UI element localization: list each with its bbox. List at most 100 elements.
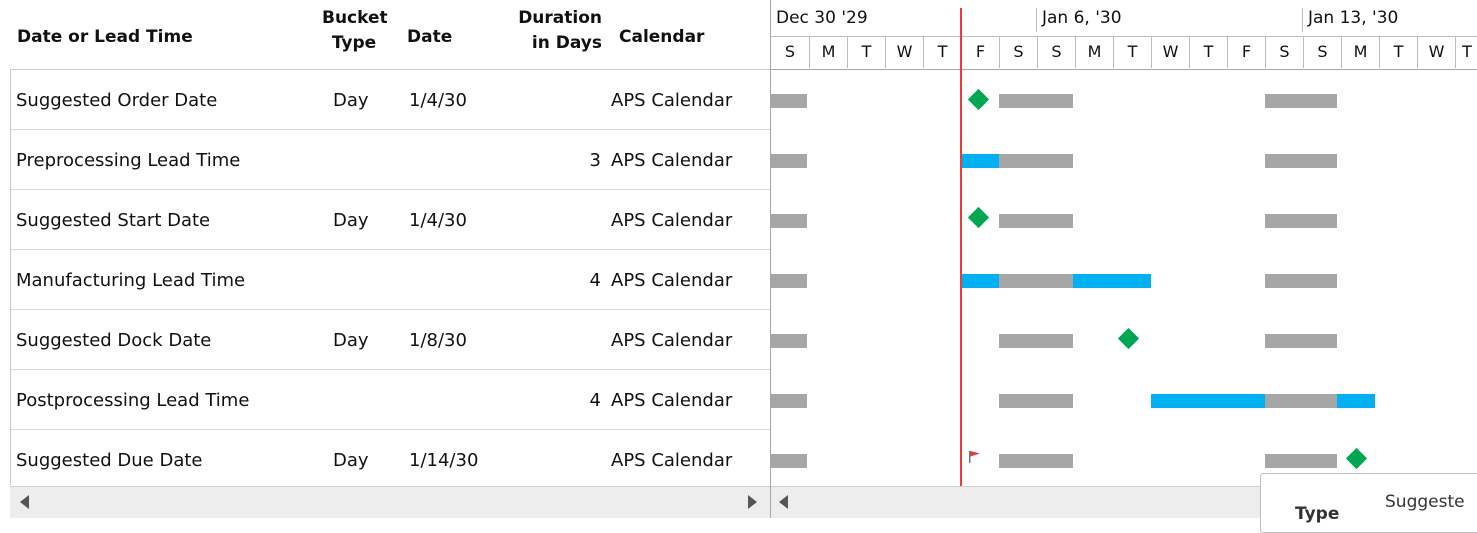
row-bucket: Day <box>333 450 369 471</box>
table-row[interactable]: Preprocessing Lead Time 3 APS Calendar <box>11 130 770 190</box>
row-bucket: Day <box>333 330 369 351</box>
timescale-week-divider <box>1036 8 1037 32</box>
lead-time-bar[interactable] <box>961 274 999 288</box>
nonworking-bar <box>771 154 807 168</box>
column-header-duration-line1: Duration <box>518 8 602 28</box>
nonworking-bar <box>771 454 807 468</box>
nonworking-bar <box>999 274 1073 288</box>
row-name: Postprocessing Lead Time <box>16 390 250 411</box>
row-date: 1/4/30 <box>409 210 467 231</box>
nonworking-bar <box>771 394 807 408</box>
nonworking-bar <box>999 454 1073 468</box>
table-row[interactable]: Suggested Order Date Day 1/4/30 APS Cale… <box>11 70 770 130</box>
lead-time-bar[interactable] <box>1073 274 1151 288</box>
diamond-icon[interactable] <box>967 88 990 111</box>
timescale-day: F <box>1227 36 1265 68</box>
nonworking-bar <box>771 334 807 348</box>
nonworking-bar <box>1265 154 1337 168</box>
timescale-week: Jan 6, '30 <box>1042 8 1122 28</box>
timescale-day: S <box>999 36 1037 68</box>
row-bucket: Day <box>333 90 369 111</box>
row-duration <box>531 70 601 129</box>
row-duration: 4 <box>589 270 601 291</box>
arrow-left-icon[interactable] <box>779 495 788 509</box>
nonworking-bar <box>1265 274 1337 288</box>
timescale-week: Dec 30 '29 <box>776 8 868 28</box>
timescale-day: T <box>923 36 961 68</box>
tooltip: Type Suggeste <box>1260 473 1477 533</box>
arrow-right-icon[interactable] <box>748 495 757 509</box>
row-name: Manufacturing Lead Time <box>16 270 246 291</box>
table-row[interactable]: Manufacturing Lead Time 4 APS Calendar <box>11 250 770 310</box>
diamond-icon[interactable] <box>967 206 990 229</box>
nonworking-bar <box>771 214 807 228</box>
nonworking-bar <box>771 274 807 288</box>
nonworking-bar <box>1265 214 1337 228</box>
timescale-day: M <box>1341 36 1379 68</box>
tooltip-value: Suggeste <box>1385 492 1465 512</box>
row-name: Suggested Start Date <box>16 210 211 231</box>
table-row[interactable]: Postprocessing Lead Time 4 APS Calendar <box>11 370 770 430</box>
timescale-day: F <box>961 36 999 68</box>
row-calendar: APS Calendar <box>611 390 733 411</box>
row-duration: 3 <box>589 150 601 171</box>
row-duration: 4 <box>589 390 601 411</box>
column-header-bucket-type[interactable]: Bucket Type <box>322 6 388 56</box>
table-row[interactable]: Suggested Dock Date Day 1/8/30 APS Calen… <box>11 310 770 370</box>
nonworking-bar <box>999 394 1073 408</box>
timescale-week: Jan 13, '30 <box>1308 8 1399 28</box>
column-header-bucket-line1: Bucket <box>322 8 388 28</box>
row-bucket: Day <box>333 210 369 231</box>
row-calendar: APS Calendar <box>611 90 733 111</box>
table-horizontal-scrollbar[interactable] <box>10 486 770 518</box>
timescale-day: S <box>1303 36 1341 68</box>
timescale-week-divider <box>1302 8 1303 32</box>
diamond-icon[interactable] <box>1117 327 1140 350</box>
lead-time-bar[interactable] <box>961 154 999 168</box>
row-duration <box>531 310 601 369</box>
row-date: 1/4/30 <box>409 90 467 111</box>
row-duration <box>531 190 601 249</box>
column-header-bucket-line2: Type <box>331 33 377 53</box>
nonworking-bar <box>999 94 1073 108</box>
column-header-duration-line2: in Days <box>531 33 602 53</box>
row-duration <box>531 430 601 489</box>
timescale-day: S <box>1037 36 1075 68</box>
table-row[interactable]: Suggested Start Date Day 1/4/30 APS Cale… <box>11 190 770 250</box>
column-header-calendar[interactable]: Calendar <box>619 25 704 50</box>
row-calendar: APS Calendar <box>611 210 733 231</box>
tooltip-label: Type <box>1295 504 1340 524</box>
nonworking-bar <box>1265 334 1337 348</box>
row-name: Preprocessing Lead Time <box>16 150 241 171</box>
column-header-date[interactable]: Date <box>407 25 452 50</box>
row-calendar: APS Calendar <box>611 330 733 351</box>
timescale-bottom-border <box>771 69 1477 70</box>
diamond-icon[interactable] <box>1345 447 1368 470</box>
timescale-day: S <box>1265 36 1303 68</box>
nonworking-bar <box>771 94 807 108</box>
timescale-day: T <box>1189 36 1227 68</box>
row-date: 1/8/30 <box>409 330 467 351</box>
nonworking-bar <box>1265 454 1337 468</box>
row-name: Suggested Due Date <box>16 450 203 471</box>
timescale-day: W <box>885 36 923 68</box>
table-row[interactable]: Suggested Due Date Day 1/14/30 APS Calen… <box>11 430 770 486</box>
timescale-day: S <box>784 42 796 61</box>
column-header-name[interactable]: Date or Lead Time <box>17 25 193 50</box>
timescale-day: W <box>1417 36 1455 68</box>
current-date-line <box>960 8 962 486</box>
gantt-chart: Dec 30 '29 Jan 6, '30 Jan 13, '30 S M T … <box>770 0 1477 533</box>
lead-time-bar[interactable] <box>1337 394 1375 408</box>
timescale-day: M <box>809 36 847 68</box>
lead-time-bar[interactable] <box>1151 394 1265 408</box>
row-name: Suggested Dock Date <box>16 330 212 351</box>
column-header-duration[interactable]: Duration in Days <box>510 6 602 56</box>
lead-time-table: Date or Lead Time Bucket Type Date Durat… <box>0 0 770 518</box>
arrow-left-icon[interactable] <box>20 495 29 509</box>
row-calendar: APS Calendar <box>611 150 733 171</box>
row-name: Suggested Order Date <box>16 90 218 111</box>
flag-icon[interactable] <box>967 450 983 464</box>
row-calendar: APS Calendar <box>611 450 733 471</box>
timescale-day: M <box>1075 36 1113 68</box>
timescale-day: W <box>1151 36 1189 68</box>
